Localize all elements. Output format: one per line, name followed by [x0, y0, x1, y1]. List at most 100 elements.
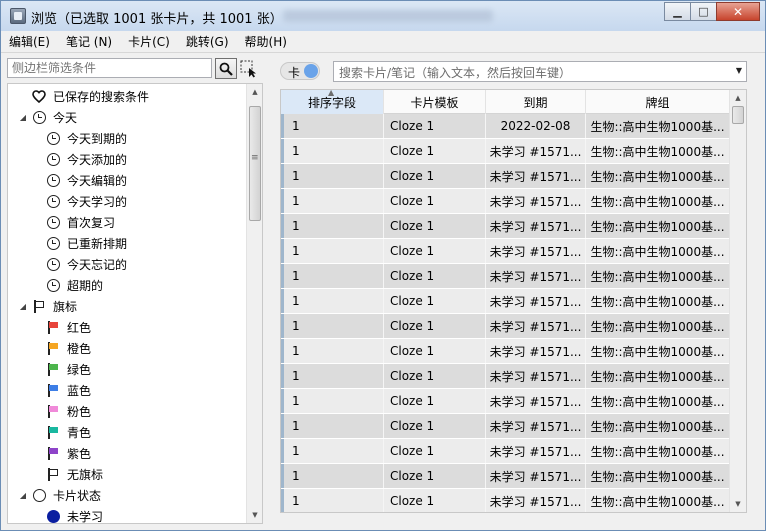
cell-due[interactable]: 未学习 #1571...: [486, 314, 586, 338]
cell-sort-field[interactable]: 1: [281, 164, 384, 188]
column-sort-field[interactable]: ▲ 排序字段: [281, 90, 384, 114]
cell-sort-field[interactable]: 1: [281, 214, 384, 238]
table-row[interactable]: 1 Cloze 1 2022-02-08 生物::高中生物1000基...: [281, 114, 730, 139]
cell-due[interactable]: 未学习 #1571...: [486, 339, 586, 363]
column-deck[interactable]: 牌组: [586, 90, 730, 114]
cell-card-template[interactable]: Cloze 1: [384, 414, 486, 438]
dropdown-arrow-icon[interactable]: ▼: [736, 66, 742, 75]
cell-card-template[interactable]: Cloze 1: [384, 339, 486, 363]
cell-card-template[interactable]: Cloze 1: [384, 239, 486, 263]
table-row[interactable]: 1 Cloze 1 未学习 #1571... 生物::高中生物1000基...: [281, 339, 730, 364]
scroll-down-arrow-icon[interactable]: ▼: [730, 496, 746, 512]
sidebar-item[interactable]: ◢ 卡片状态: [18, 485, 101, 506]
column-card-template[interactable]: 卡片模板: [384, 90, 486, 114]
sidebar-item[interactable]: 无旗标: [46, 464, 103, 485]
menu-help[interactable]: 帮助(H): [237, 33, 295, 50]
table-row[interactable]: 1 Cloze 1 未学习 #1571... 生物::高中生物1000基...: [281, 439, 730, 464]
cell-deck[interactable]: 生物::高中生物1000基...: [586, 314, 730, 338]
cell-card-template[interactable]: Cloze 1: [384, 289, 486, 313]
cell-deck[interactable]: 生物::高中生物1000基...: [586, 264, 730, 288]
table-row[interactable]: 1 Cloze 1 未学习 #1571... 生物::高中生物1000基...: [281, 489, 730, 512]
cell-due[interactable]: 未学习 #1571...: [486, 489, 586, 512]
sidebar-item[interactable]: 已保存的搜索条件: [18, 86, 149, 107]
cell-sort-field[interactable]: 1: [281, 114, 384, 138]
cell-card-template[interactable]: Cloze 1: [384, 264, 486, 288]
cell-deck[interactable]: 生物::高中生物1000基...: [586, 189, 730, 213]
menu-go[interactable]: 跳转(G): [178, 33, 237, 50]
expand-arrow-icon[interactable]: ◢: [18, 491, 28, 500]
maximize-button[interactable]: □: [690, 2, 717, 21]
scroll-down-arrow-icon[interactable]: ▼: [247, 507, 262, 523]
sidebar-item[interactable]: 今天学习的: [46, 191, 127, 212]
scroll-up-arrow-icon[interactable]: ▲: [730, 90, 746, 106]
cell-due[interactable]: 未学习 #1571...: [486, 414, 586, 438]
cell-deck[interactable]: 生物::高中生物1000基...: [586, 239, 730, 263]
cards-notes-toggle[interactable]: 卡: [280, 62, 320, 80]
table-row[interactable]: 1 Cloze 1 未学习 #1571... 生物::高中生物1000基...: [281, 389, 730, 414]
cell-deck[interactable]: 生物::高中生物1000基...: [586, 464, 730, 488]
panel-splitter[interactable]: [265, 56, 273, 526]
expand-arrow-icon[interactable]: ◢: [18, 302, 28, 311]
sidebar-item[interactable]: 粉色: [46, 401, 91, 422]
cell-deck[interactable]: 生物::高中生物1000基...: [586, 389, 730, 413]
sidebar-item[interactable]: 今天忘记的: [46, 254, 127, 275]
cell-card-template[interactable]: Cloze 1: [384, 139, 486, 163]
sidebar-item[interactable]: 今天添加的: [46, 149, 127, 170]
cell-due[interactable]: 未学习 #1571...: [486, 289, 586, 313]
cell-due[interactable]: 未学习 #1571...: [486, 389, 586, 413]
cell-due[interactable]: 未学习 #1571...: [486, 264, 586, 288]
column-due[interactable]: 到期: [486, 90, 586, 114]
cell-due[interactable]: 未学习 #1571...: [486, 189, 586, 213]
cell-deck[interactable]: 生物::高中生物1000基...: [586, 139, 730, 163]
sidebar-item[interactable]: 今天到期的: [46, 128, 127, 149]
cell-deck[interactable]: 生物::高中生物1000基...: [586, 164, 730, 188]
cell-due[interactable]: 未学习 #1571...: [486, 139, 586, 163]
table-scrollbar[interactable]: ▲ ▼: [729, 90, 746, 512]
table-row[interactable]: 1 Cloze 1 未学习 #1571... 生物::高中生物1000基...: [281, 414, 730, 439]
cell-card-template[interactable]: Cloze 1: [384, 314, 486, 338]
table-row[interactable]: 1 Cloze 1 未学习 #1571... 生物::高中生物1000基...: [281, 139, 730, 164]
cell-deck[interactable]: 生物::高中生物1000基...: [586, 214, 730, 238]
sidebar-item[interactable]: 蓝色: [46, 380, 91, 401]
cell-sort-field[interactable]: 1: [281, 289, 384, 313]
cell-sort-field[interactable]: 1: [281, 489, 384, 512]
sidebar-item[interactable]: 红色: [46, 317, 91, 338]
cell-sort-field[interactable]: 1: [281, 414, 384, 438]
cell-sort-field[interactable]: 1: [281, 439, 384, 463]
menu-edit[interactable]: 编辑(E): [1, 33, 58, 50]
table-row[interactable]: 1 Cloze 1 未学习 #1571... 生物::高中生物1000基...: [281, 214, 730, 239]
cell-sort-field[interactable]: 1: [281, 264, 384, 288]
table-row[interactable]: 1 Cloze 1 未学习 #1571... 生物::高中生物1000基...: [281, 314, 730, 339]
table-row[interactable]: 1 Cloze 1 未学习 #1571... 生物::高中生物1000基...: [281, 289, 730, 314]
sidebar-item[interactable]: 紫色: [46, 443, 91, 464]
sidebar-search-button[interactable]: [215, 58, 237, 79]
table-row[interactable]: 1 Cloze 1 未学习 #1571... 生物::高中生物1000基...: [281, 264, 730, 289]
cell-deck[interactable]: 生物::高中生物1000基...: [586, 414, 730, 438]
cell-due[interactable]: 未学习 #1571...: [486, 439, 586, 463]
sidebar-filter-input[interactable]: [7, 58, 212, 78]
cell-due[interactable]: 未学习 #1571...: [486, 239, 586, 263]
table-scroll-thumb[interactable]: [732, 106, 744, 124]
close-button[interactable]: ✕: [716, 2, 760, 21]
sidebar-item[interactable]: 绿色: [46, 359, 91, 380]
cell-sort-field[interactable]: 1: [281, 139, 384, 163]
cell-deck[interactable]: 生物::高中生物1000基...: [586, 289, 730, 313]
minimize-button[interactable]: ▁: [664, 2, 691, 21]
cell-sort-field[interactable]: 1: [281, 339, 384, 363]
cell-deck[interactable]: 生物::高中生物1000基...: [586, 114, 730, 138]
sidebar-item[interactable]: ◢ 今天: [18, 107, 77, 128]
cell-deck[interactable]: 生物::高中生物1000基...: [586, 364, 730, 388]
sidebar-item[interactable]: 橙色: [46, 338, 91, 359]
cell-due[interactable]: 未学习 #1571...: [486, 214, 586, 238]
cell-deck[interactable]: 生物::高中生物1000基...: [586, 489, 730, 512]
table-row[interactable]: 1 Cloze 1 未学习 #1571... 生物::高中生物1000基...: [281, 364, 730, 389]
cell-card-template[interactable]: Cloze 1: [384, 464, 486, 488]
sidebar-item[interactable]: 首次复习: [46, 212, 115, 233]
cell-deck[interactable]: 生物::高中生物1000基...: [586, 439, 730, 463]
sidebar-item[interactable]: 今天编辑的: [46, 170, 127, 191]
sidebar-scroll-thumb[interactable]: [249, 106, 261, 221]
table-row[interactable]: 1 Cloze 1 未学习 #1571... 生物::高中生物1000基...: [281, 239, 730, 264]
cell-card-template[interactable]: Cloze 1: [384, 389, 486, 413]
cell-sort-field[interactable]: 1: [281, 464, 384, 488]
cell-sort-field[interactable]: 1: [281, 189, 384, 213]
